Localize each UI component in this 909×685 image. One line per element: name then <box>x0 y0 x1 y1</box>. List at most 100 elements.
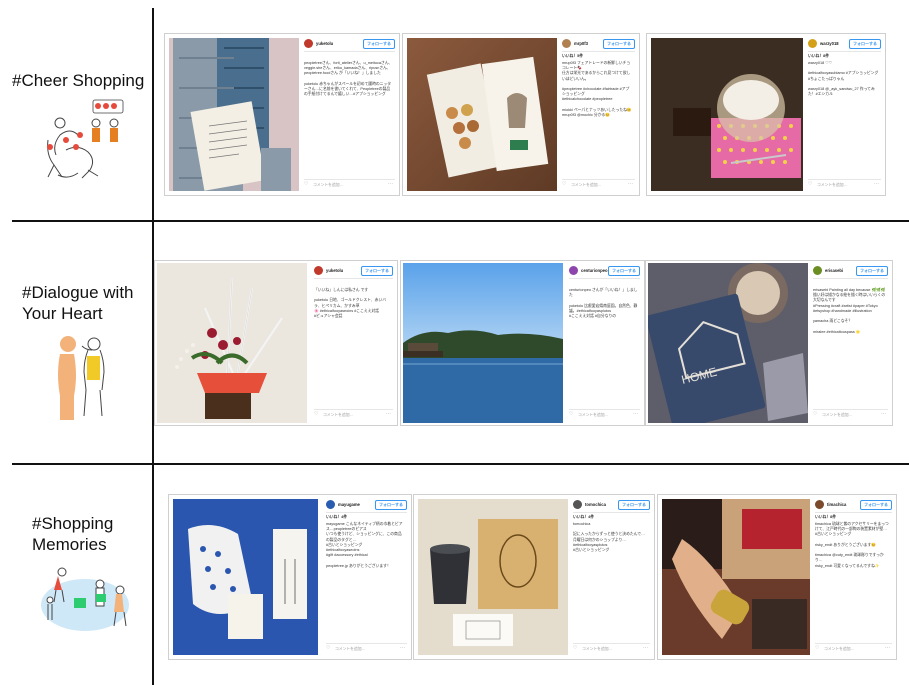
post-card-6[interactable]: HOME erisasebi フォローする erisasebi Painting… <box>645 260 893 426</box>
username[interactable]: mayugame <box>338 502 360 507</box>
user-avatar[interactable] <box>326 500 335 509</box>
follow-button[interactable]: フォローする <box>860 500 892 510</box>
more-icon[interactable]: ··· <box>633 411 638 417</box>
username[interactable]: yuketolu <box>316 41 333 46</box>
likes-count: いいね！5件 <box>562 54 584 58</box>
post-photo-bangle[interactable] <box>662 499 812 655</box>
post-caption: erisasebi Painting all day because 🌿🌿🌿 描… <box>813 288 886 334</box>
post-photo-notebook[interactable]: HOME <box>648 263 808 423</box>
comment-input[interactable]: コメントを追加... <box>571 183 601 188</box>
username[interactable]: tomochica <box>585 502 606 507</box>
more-icon[interactable]: ··· <box>386 411 391 417</box>
comment-bar: ♡ コメントを追加... ··· <box>815 643 892 654</box>
comment-input[interactable]: コメントを追加... <box>582 647 612 652</box>
comment-bar: ♡ コメントを追加... ··· <box>562 179 635 190</box>
comment-input[interactable]: コメントを追加... <box>817 183 847 188</box>
follow-button[interactable]: フォローする <box>361 266 393 276</box>
likes-count: いいね！4件 <box>573 515 595 519</box>
heart-icon[interactable]: ♡ <box>808 181 812 187</box>
shopping-memories-illustration <box>41 567 129 631</box>
post-card-3[interactable]: warzy018 フォローする いいね！8件 warzy018 ♡♡ #ethi… <box>646 33 886 196</box>
user-avatar[interactable] <box>569 266 578 275</box>
username[interactable]: mrp0f3 <box>574 41 588 46</box>
comment-input[interactable]: コメントを追加... <box>578 413 608 418</box>
post-card-4[interactable]: yuketolu フォローする 「いいね」しんには私さん です yuketolu… <box>154 260 398 426</box>
follow-button[interactable]: フォローする <box>849 39 881 49</box>
post-side-panel: mrp0f3 フォローする いいね！5件 mrup0f3 フェアトレードの新鮮し… <box>557 34 639 195</box>
post-photo-chocolate[interactable] <box>407 38 557 191</box>
heart-icon[interactable]: ♡ <box>573 645 577 651</box>
header-divider <box>813 278 888 279</box>
header-divider <box>304 51 395 52</box>
user-avatar[interactable] <box>562 39 571 48</box>
heart-icon[interactable]: ♡ <box>314 411 318 417</box>
heart-icon[interactable]: ♡ <box>304 181 308 187</box>
chocolate-bars-image <box>407 38 557 191</box>
post-card-2[interactable]: mrp0f3 フォローする いいね！5件 mrup0f3 フェアトレードの新鮮し… <box>402 33 640 196</box>
more-icon[interactable]: ··· <box>643 645 648 651</box>
username[interactable]: centurionpeo <box>581 268 608 273</box>
post-side-panel: mayugame フォローする いいね！4件 mayugame こんなネイティブ… <box>321 495 411 659</box>
comment-bar: ♡ コメントを追加... ··· <box>314 409 393 420</box>
username[interactable]: yuketolu <box>326 268 343 273</box>
follow-button[interactable]: フォローする <box>608 266 640 276</box>
post-side-panel: timachica フォローする いいね！8件 timachica 琉球と紫のア… <box>810 495 896 659</box>
likes-count: いいね！8件 <box>808 54 830 58</box>
post-photo-lake[interactable] <box>403 263 563 423</box>
more-icon[interactable]: ··· <box>388 181 393 187</box>
post-card-7[interactable]: mayugame フォローする いいね！4件 mayugame こんなネイティブ… <box>168 494 412 660</box>
header-divider <box>562 51 635 52</box>
comment-input[interactable]: コメントを追加... <box>822 413 852 418</box>
more-icon[interactable]: ··· <box>628 181 633 187</box>
post-photo-dessert[interactable] <box>651 38 806 191</box>
user-avatar[interactable] <box>813 266 822 275</box>
user-avatar[interactable] <box>314 266 323 275</box>
user-avatar[interactable] <box>304 39 313 48</box>
post-photo-pouch-earrings[interactable] <box>173 499 318 655</box>
follow-button[interactable]: フォローする <box>856 266 888 276</box>
heart-icon[interactable]: ♡ <box>813 411 817 417</box>
follow-button[interactable]: フォローする <box>375 500 407 510</box>
post-card-9[interactable]: timachica フォローする いいね！8件 timachica 琉球と紫のア… <box>657 494 897 660</box>
post-caption: mrup0f3 フェアトレードの新鮮しいチョコレート🍫 仕方は栄光であるからこれ… <box>562 61 632 118</box>
cheer-shopping-illustration <box>47 99 124 179</box>
post-header: tomochica フォローする <box>573 499 650 511</box>
post-photo-knit-mittens[interactable] <box>169 38 299 191</box>
user-avatar[interactable] <box>573 500 582 509</box>
comment-input[interactable]: コメントを追加... <box>824 647 854 652</box>
more-icon[interactable]: ··· <box>400 645 405 651</box>
row-label-dialogue: #Dialogue with Your Heart <box>22 283 134 323</box>
post-header: erisasebi フォローする <box>813 265 888 277</box>
user-avatar[interactable] <box>815 500 824 509</box>
more-icon[interactable]: ··· <box>881 411 886 417</box>
post-card-1[interactable]: yuketolu フォローする peopletreeさん、forti_ateli… <box>164 33 400 196</box>
heart-icon[interactable]: ♡ <box>815 645 819 651</box>
more-icon[interactable]: ··· <box>874 181 879 187</box>
username[interactable]: warzy018 <box>820 41 839 46</box>
pouch-earrings-image <box>173 499 318 655</box>
more-icon[interactable]: ··· <box>885 645 890 651</box>
post-header: centurionpeo フォローする <box>569 265 640 277</box>
lake-landscape-image <box>403 263 563 423</box>
heart-icon[interactable]: ♡ <box>562 181 566 187</box>
header-divider <box>326 512 407 513</box>
post-card-5[interactable]: centurionpeo フォローする centurionpeo さんが「いいね… <box>400 260 645 426</box>
comment-input[interactable]: コメントを追加... <box>335 647 365 652</box>
follow-button[interactable]: フォローする <box>363 39 395 49</box>
comment-input[interactable]: コメントを追加... <box>313 183 343 188</box>
comment-input[interactable]: コメントを追加... <box>323 413 353 418</box>
username[interactable]: erisasebi <box>825 268 843 273</box>
comment-bar: ♡ コメントを追加... ··· <box>573 643 650 654</box>
heart-icon[interactable]: ♡ <box>326 645 330 651</box>
username[interactable]: timachica <box>827 502 846 507</box>
header-divider <box>569 278 640 279</box>
follow-button[interactable]: フォローする <box>618 500 650 510</box>
heart-icon[interactable]: ♡ <box>569 411 573 417</box>
user-avatar[interactable] <box>808 39 817 48</box>
header-divider <box>314 278 393 279</box>
post-caption: mayugame こんなネイティブ柄の巾着とピアス…peopletreeのピアス… <box>326 522 403 568</box>
post-photo-ikebana[interactable] <box>157 263 307 423</box>
follow-button[interactable]: フォローする <box>603 39 635 49</box>
post-card-8[interactable]: tomochica フォローする いいね！4件 tomochica 記に入ったか… <box>413 494 655 660</box>
post-photo-cup-box[interactable] <box>418 499 568 655</box>
